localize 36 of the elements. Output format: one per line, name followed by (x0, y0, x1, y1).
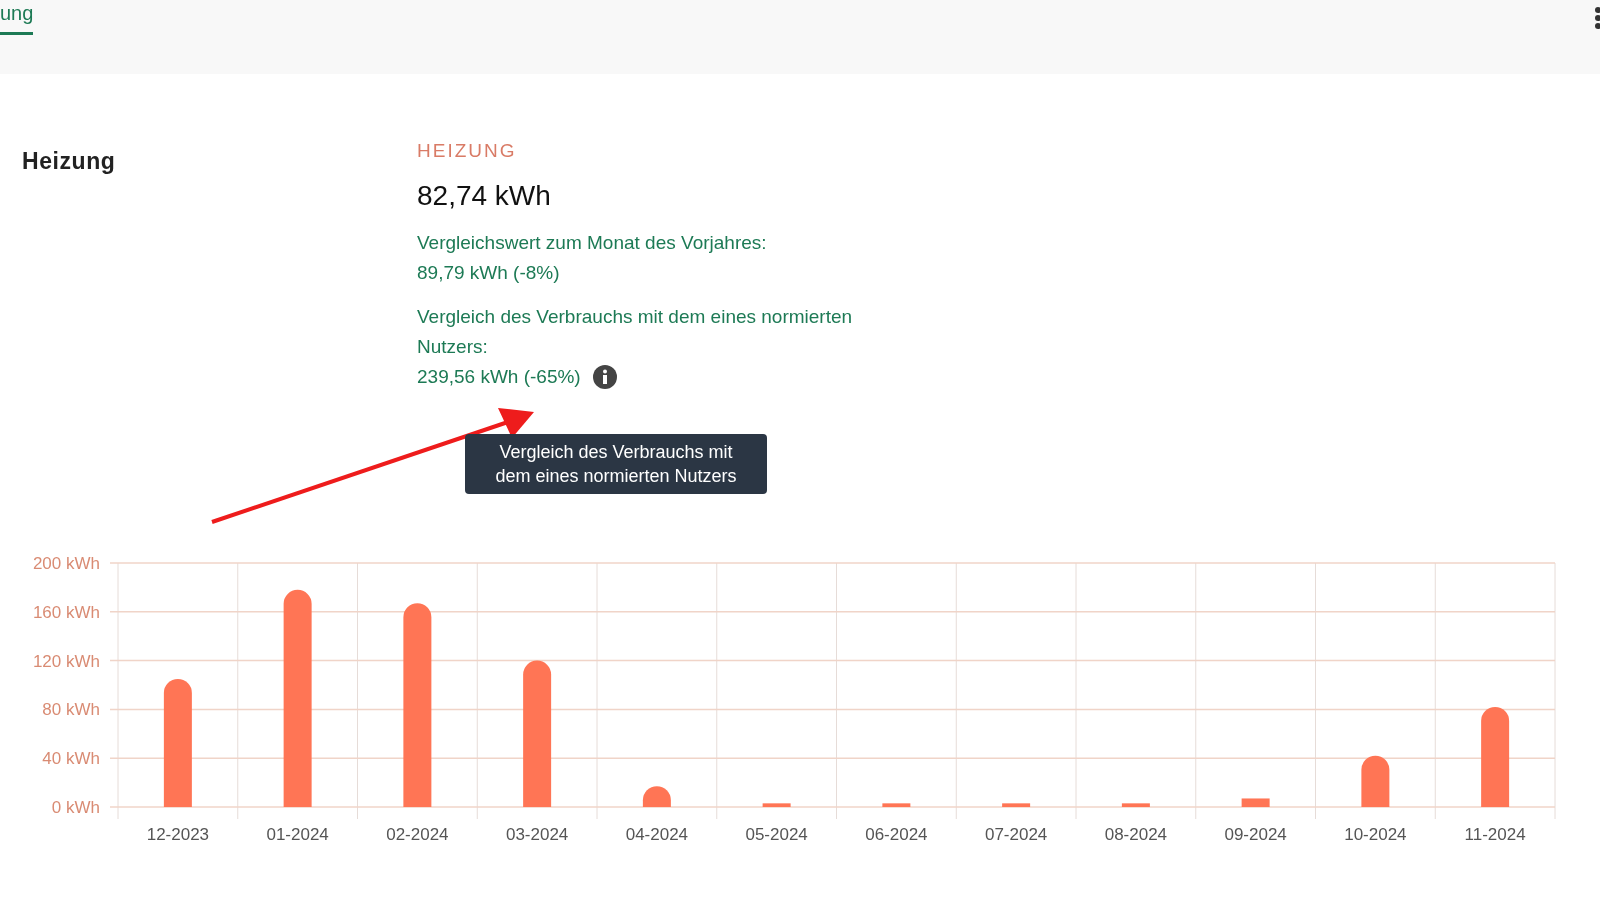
x-axis-label: 08-2024 (1104, 825, 1168, 844)
x-axis-label: 09-2024 (1224, 825, 1287, 844)
x-axis-label: 11-2024 (1464, 825, 1526, 844)
y-axis-label: 200 kWh (32, 554, 100, 573)
y-axis-label: 160 kWh (32, 602, 100, 622)
consumption-value: 82,74 kWh (417, 179, 552, 213)
section-title: Heizung (22, 147, 117, 176)
x-axis-label: 07-2024 (984, 825, 1048, 844)
comparison-value: 239,56 kWh (-65%) (417, 365, 581, 389)
y-axis-label: 80 kWh (42, 700, 100, 720)
category-label: HEIZUNG (417, 139, 518, 163)
comparison-label: Vergleichswert zum Monat des Vorjahres: (417, 231, 768, 255)
info-icon[interactable] (592, 365, 617, 389)
comparison-label: Vergleich des Verbrauchs mit dem eines normierten Nutzers: (417, 305, 854, 359)
bar (882, 803, 911, 807)
x-axis-label: 10-2024 (1344, 825, 1407, 844)
x-axis-label: 06-2024 (865, 825, 928, 844)
more-options-icon[interactable] (1594, 6, 1600, 32)
y-axis-label: 0 kWh (51, 798, 100, 817)
y-axis-label: 40 kWh (42, 749, 100, 769)
x-axis-label: 01-2024 (266, 825, 329, 844)
bar (642, 786, 671, 807)
x-axis-label: 04-2024 (625, 825, 689, 844)
bar (762, 803, 791, 807)
nav-tab[interactable]: ung (0, 0, 34, 35)
bar (1241, 798, 1270, 807)
tooltip: Vergleich des Verbrauchs mit dem eines normierten Nutzers (465, 434, 767, 494)
comparison-value: 89,79 kWh (-8%) (417, 261, 560, 285)
bar (1361, 755, 1390, 807)
x-axis-label: 02-2024 (386, 825, 449, 844)
bar (1121, 803, 1150, 807)
x-axis-label: 03-2024 (505, 825, 569, 844)
x-axis-label: 05-2024 (745, 825, 808, 844)
y-axis-label: 120 kWh (32, 651, 100, 671)
x-axis-label: 12-2023 (146, 825, 210, 844)
bar (1002, 803, 1031, 807)
